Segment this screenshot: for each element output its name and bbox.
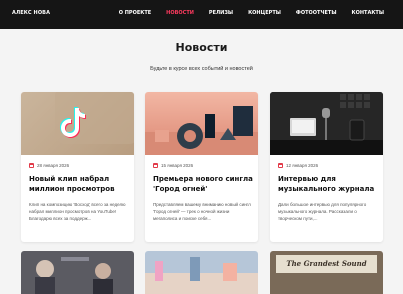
nav-link-news[interactable]: НОВОСТИ bbox=[166, 10, 194, 16]
news-title[interactable]: Новый клип набрал миллион просмотров bbox=[29, 175, 129, 194]
site-logo[interactable]: АЛЕКС НОВА bbox=[12, 10, 50, 16]
news-excerpt: Клип на композицию 'Восход' всего за нед… bbox=[29, 202, 126, 221]
nav-link-concerts[interactable]: КОНЦЕРТЫ bbox=[248, 10, 281, 16]
main-nav: О ПРОЕКТЕ НОВОСТИ РЕЛИЗЫ КОНЦЕРТЫ ФОТООТ… bbox=[119, 10, 384, 16]
news-title[interactable]: Премьера нового сингла 'Город огней' bbox=[153, 175, 253, 194]
concert-crowd-image bbox=[21, 251, 134, 294]
news-excerpt: Дали большое интервью для популярного му… bbox=[278, 202, 367, 221]
nav-link-contacts[interactable]: КОНТАКТЫ bbox=[352, 10, 384, 16]
news-card-partial[interactable]: The Grandest Sound bbox=[270, 251, 383, 294]
news-excerpt: Представляем вашему вниманию новый сингл… bbox=[153, 202, 251, 221]
news-card-image bbox=[145, 92, 258, 155]
news-date-text: 15 января 2026 bbox=[161, 163, 194, 168]
news-date-text: 12 января 2026 bbox=[286, 163, 319, 168]
page-subtitle: Будьте в курсе всех событий и новостей bbox=[150, 66, 253, 72]
festival-stage-image bbox=[145, 251, 258, 294]
vintage-sign-image bbox=[270, 251, 383, 294]
news-card-partial[interactable] bbox=[145, 251, 258, 294]
calendar-icon bbox=[153, 163, 158, 168]
news-card-image bbox=[21, 92, 134, 155]
nav-link-about[interactable]: О ПРОЕКТЕ bbox=[119, 10, 151, 16]
page-title: Новости bbox=[175, 41, 228, 54]
studio-microphone-image bbox=[270, 92, 383, 155]
calendar-icon bbox=[29, 163, 34, 168]
abstract-shapes-image bbox=[145, 106, 258, 155]
calendar-icon bbox=[278, 163, 283, 168]
news-date-text: 28 января 2026 bbox=[37, 163, 70, 168]
nav-link-releases[interactable]: РЕЛИЗЫ bbox=[209, 10, 233, 16]
news-date: 12 января 2026 bbox=[278, 163, 318, 168]
top-navbar: АЛЕКС НОВА О ПРОЕКТЕ НОВОСТИ РЕЛИЗЫ КОНЦ… bbox=[0, 0, 403, 29]
news-card-partial[interactable] bbox=[21, 251, 134, 294]
vintage-sign-text: The Grandest Sound bbox=[286, 259, 367, 268]
tiktok-logo-image bbox=[55, 92, 134, 144]
news-date: 28 января 2026 bbox=[29, 163, 69, 168]
news-card[interactable]: 15 января 2026 Премьера нового сингла 'Г… bbox=[145, 92, 258, 242]
news-card[interactable]: 12 января 2026 Интервью для музыкального… bbox=[270, 92, 383, 242]
news-title[interactable]: Интервью для музыкального журнала bbox=[278, 175, 378, 194]
news-date: 15 января 2026 bbox=[153, 163, 193, 168]
news-card[interactable]: 28 января 2026 Новый клип набрал миллион… bbox=[21, 92, 134, 242]
news-card-image bbox=[270, 92, 383, 155]
nav-link-photo-reports[interactable]: ФОТООТЧЕТЫ bbox=[296, 10, 337, 16]
